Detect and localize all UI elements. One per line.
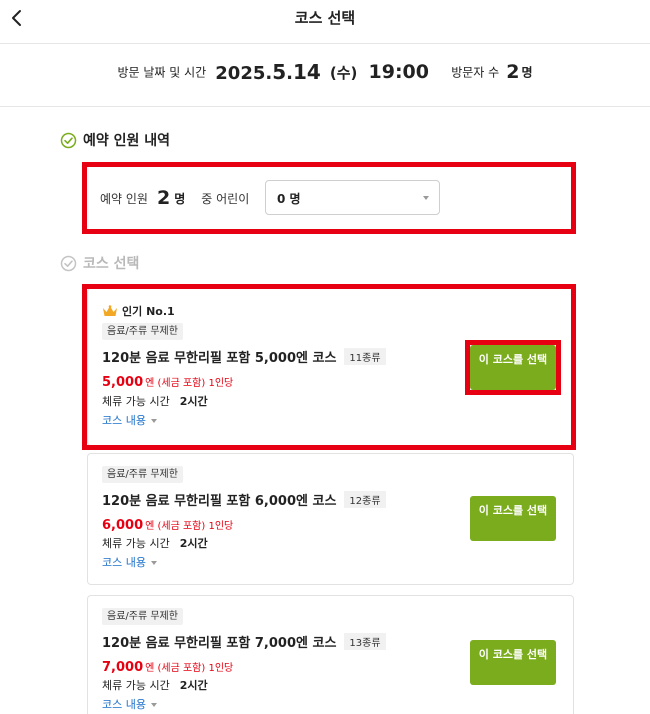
- price-suffix: 엔 (세금 포함) 1인당: [145, 663, 234, 674]
- price-value: 7,000: [102, 660, 144, 675]
- visit-info: 방문 날짜 및 시간 2025.5.14 (수) 19:00 방문자 수 2명: [0, 60, 650, 84]
- highlight-box-button: [465, 340, 561, 395]
- visit-weekday: (수): [329, 63, 358, 82]
- guests-label: 방문자 수: [451, 65, 500, 80]
- unlimited-drinks-tag: 음료/주류 무제한: [102, 608, 183, 625]
- drink-types-badge: 13종류: [344, 633, 386, 650]
- people-unit: 명: [174, 191, 186, 206]
- stay-time: 체류 가능 시간 2시간: [102, 535, 208, 551]
- course-section-title: 코스 선택: [83, 256, 140, 272]
- guests-unit: 명: [521, 65, 533, 80]
- check-circle-icon: [60, 132, 77, 148]
- course-card: 음료/주류 무제한 120분 음료 무한리필 포함 7,000엔 코스 13종류 …: [87, 595, 574, 714]
- price-value: 6,000: [102, 518, 144, 533]
- course-title: 120분 음료 무한리필 포함 6,000엔 코스: [102, 494, 337, 509]
- select-course-button[interactable]: 이 코스를 선택: [470, 640, 556, 685]
- visit-day: 14: [292, 60, 321, 84]
- course-price: 6,000 엔 (세금 포함) 1인당: [102, 514, 233, 533]
- children-label: 중 어린이: [201, 191, 250, 206]
- stay-value: 2시간: [179, 679, 208, 692]
- reservation-count-row: 예약 인원 2 명 중 어린이: [100, 180, 249, 216]
- select-course-button[interactable]: 이 코스를 선택: [470, 496, 556, 541]
- unlimited-drinks-tag: 음료/주류 무제한: [102, 466, 183, 483]
- reservation-section-title: 예약 인원 내역: [83, 133, 171, 149]
- people-label: 예약 인원: [100, 191, 148, 206]
- visit-info-bar: 방문 날짜 및 시간 2025.5.14 (수) 19:00 방문자 수 2명: [0, 44, 650, 107]
- check-circle-icon: [60, 255, 77, 271]
- stay-time: 체류 가능 시간 2시간: [102, 677, 208, 693]
- page-title: 코스 선택: [294, 9, 356, 27]
- details-link-label: 코스 내용: [102, 556, 146, 569]
- people-count: 2: [156, 187, 171, 209]
- stay-label: 체류 가능 시간: [102, 537, 170, 550]
- course-card: 음료/주류 무제한 120분 음료 무한리필 포함 6,000엔 코스 12종류 …: [87, 453, 574, 585]
- children-count-select[interactable]: 0 명: [265, 180, 440, 215]
- stay-value: 2시간: [179, 537, 208, 550]
- chevron-down-icon: [423, 196, 429, 200]
- course-name: 120분 음료 무한리필 포함 6,000엔 코스 12종류: [102, 490, 386, 509]
- reservation-section-header: 예약 인원 내역: [60, 130, 170, 150]
- chevron-down-icon: [150, 703, 157, 707]
- stay-label: 체류 가능 시간: [102, 679, 170, 692]
- course-section-header: 코스 선택: [60, 253, 139, 273]
- course-price: 7,000 엔 (세금 포함) 1인당: [102, 656, 233, 675]
- course-details-link[interactable]: 코스 내용: [102, 696, 157, 712]
- visit-month: 5: [272, 60, 287, 84]
- header-bar: 코스 선택: [0, 0, 650, 44]
- visit-date: 2025.5.14: [215, 60, 321, 84]
- visit-date-label: 방문 날짜 및 시간: [117, 65, 207, 80]
- visit-year: 2025.: [215, 63, 273, 84]
- course-name: 120분 음료 무한리필 포함 7,000엔 코스 13종류: [102, 632, 386, 651]
- visit-time: 19:00: [368, 61, 429, 83]
- price-suffix: 엔 (세금 포함) 1인당: [145, 521, 234, 532]
- drink-types-badge: 12종류: [344, 491, 386, 508]
- chevron-down-icon: [150, 561, 157, 565]
- children-count-value: 0 명: [277, 192, 301, 206]
- guests-count: 2: [506, 61, 520, 83]
- course-details-link[interactable]: 코스 내용: [102, 554, 157, 570]
- details-link-label: 코스 내용: [102, 698, 146, 711]
- course-title: 120분 음료 무한리필 포함 7,000엔 코스: [102, 636, 337, 651]
